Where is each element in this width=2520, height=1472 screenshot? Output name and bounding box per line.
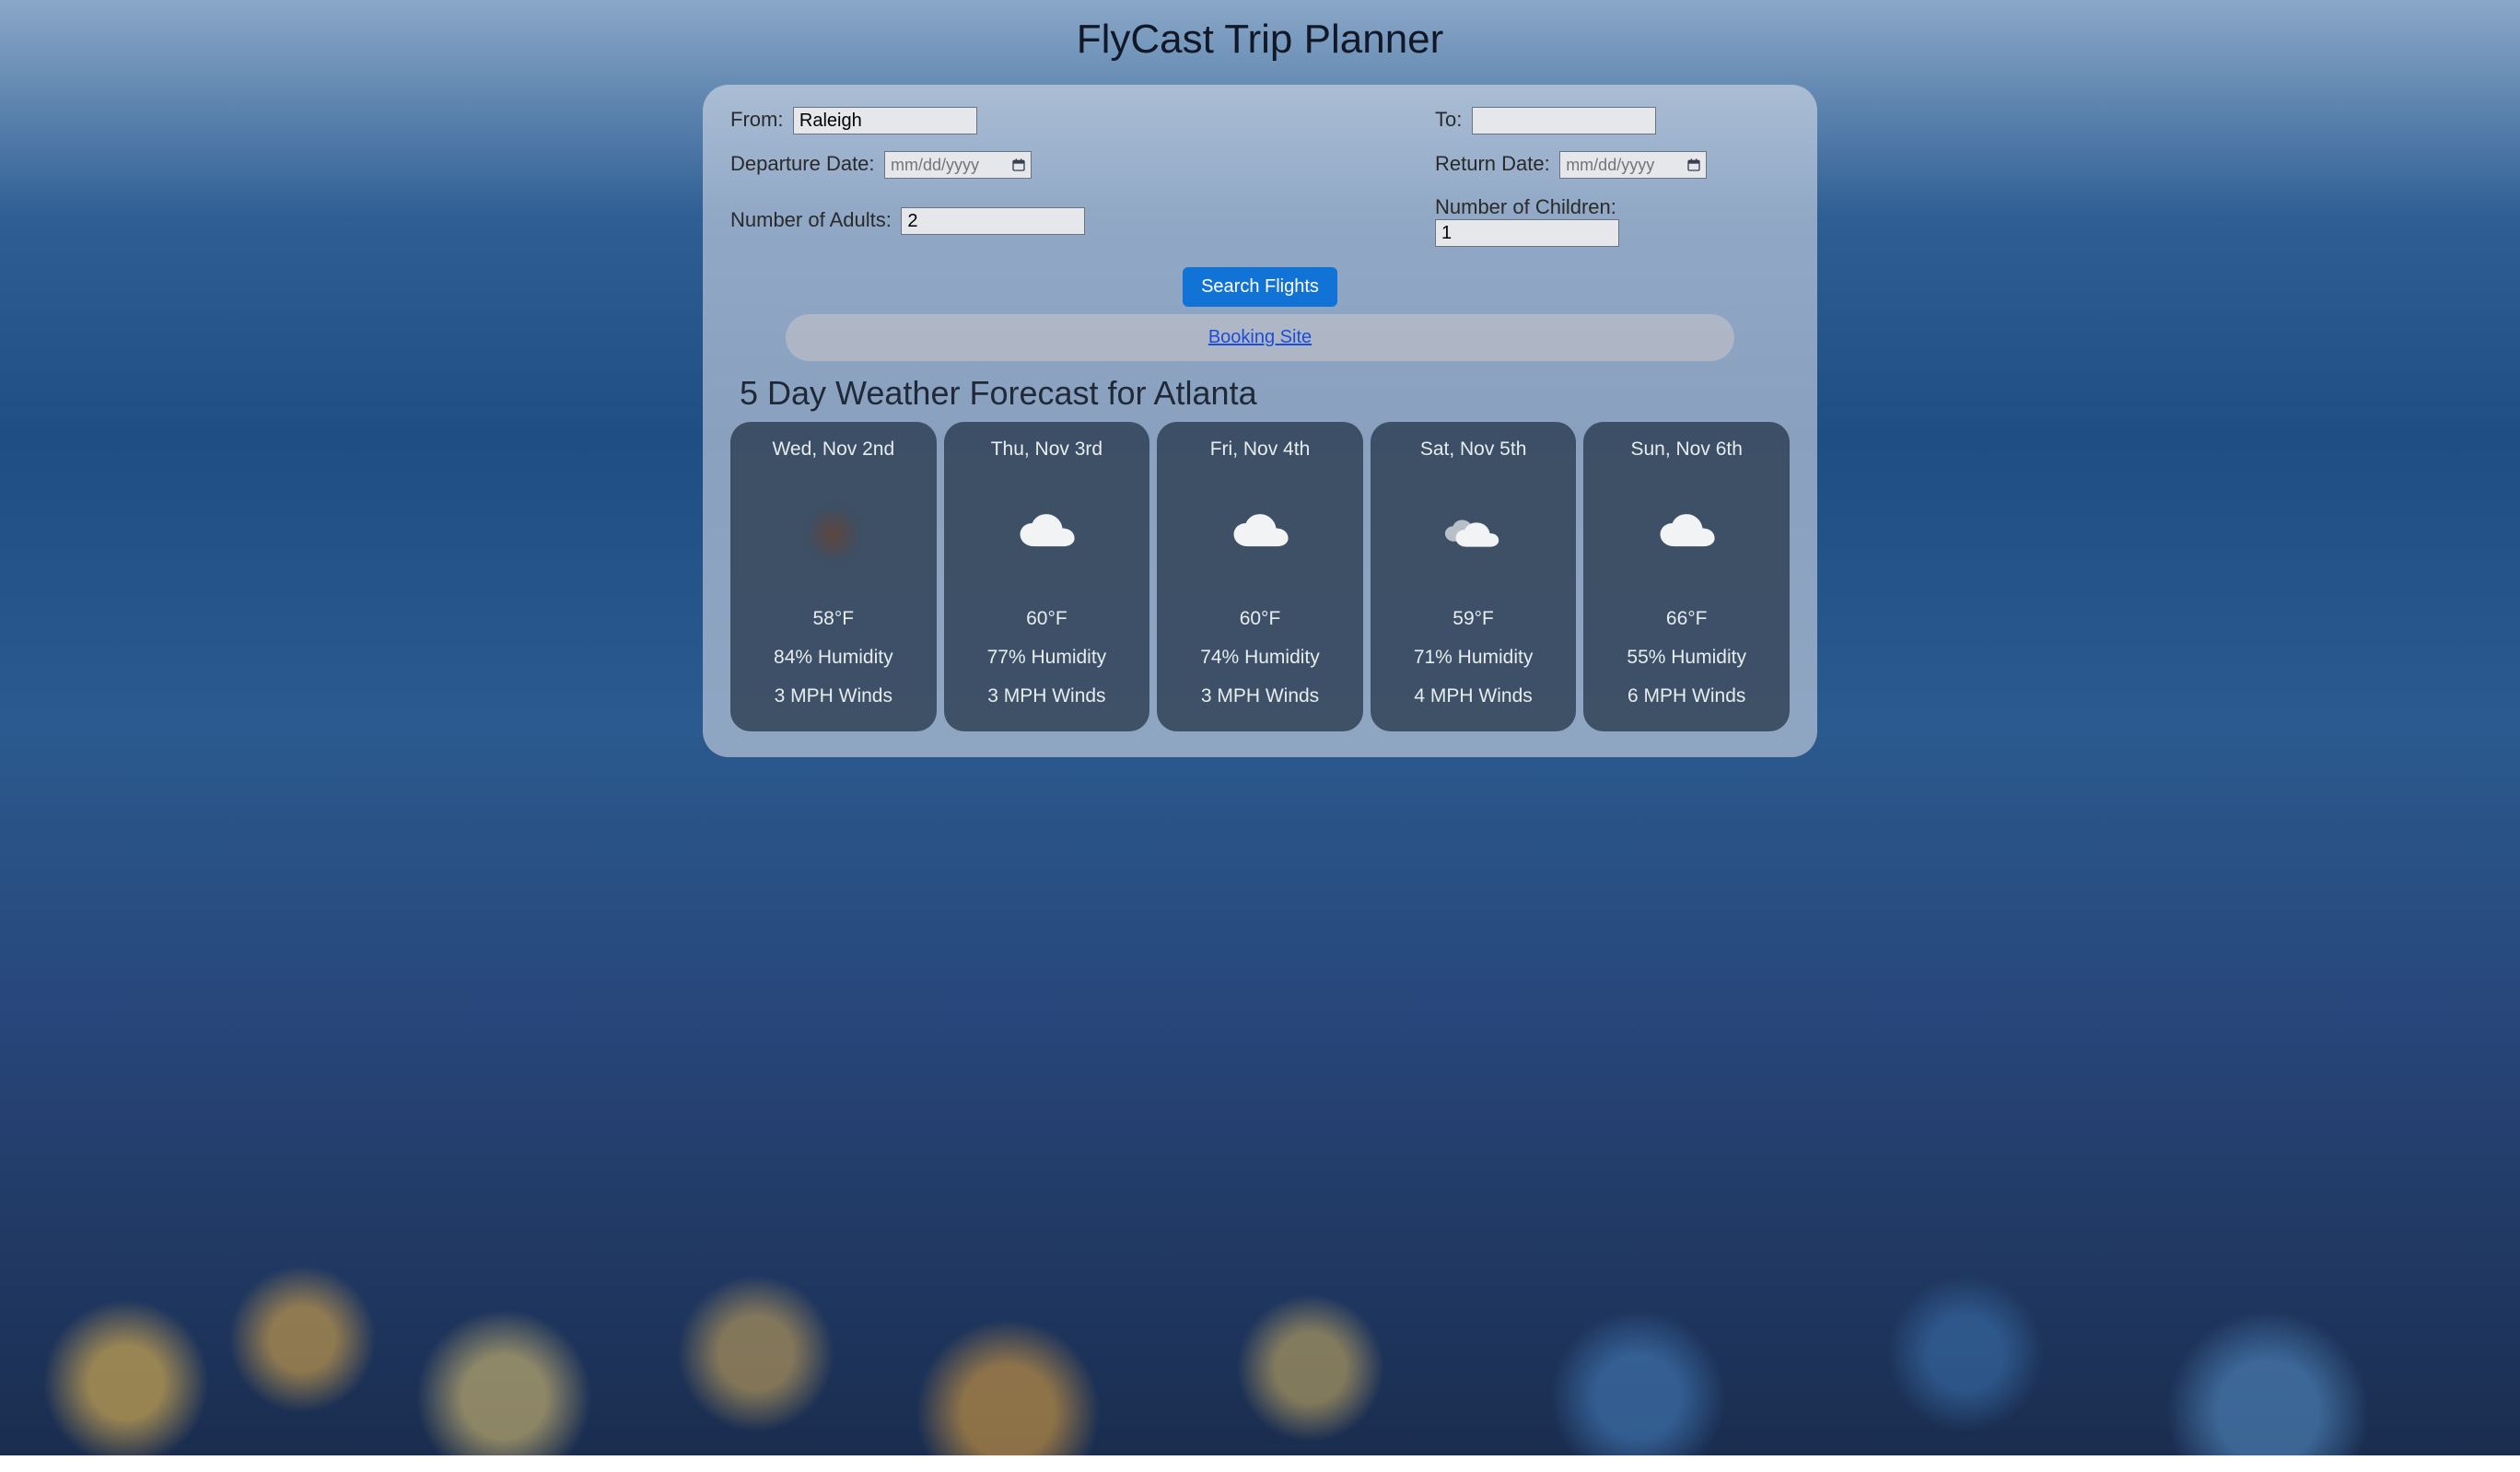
forecast-heading: 5 Day Weather Forecast for Atlanta xyxy=(740,374,1790,413)
forecast-humidity: 84% Humidity xyxy=(740,647,928,669)
forecast-date: Sat, Nov 5th xyxy=(1380,438,1568,461)
forecast-card: Sat, Nov 5th 59°F 71% Humidity 4 MPH Winds xyxy=(1371,422,1577,731)
children-input[interactable] xyxy=(1435,219,1619,247)
adults-label: Number of Adults: xyxy=(730,208,892,231)
forecast-icon-wrap xyxy=(740,497,928,571)
forecast-icon-wrap xyxy=(953,497,1141,571)
cloud-icon xyxy=(1654,511,1719,557)
clouds-icon xyxy=(1441,511,1506,557)
sun-haze-icon xyxy=(806,507,861,562)
search-form: From: To: Departure Date: Return Date: xyxy=(730,107,1790,247)
departure-field-group: Departure Date: xyxy=(730,151,1242,179)
forecast-temp: 60°F xyxy=(1166,608,1354,630)
forecast-wind: 3 MPH Winds xyxy=(1166,685,1354,707)
forecast-date: Wed, Nov 2nd xyxy=(740,438,928,461)
adults-input[interactable] xyxy=(901,207,1085,235)
forecast-cards: Wed, Nov 2nd58°F84% Humidity3 MPH WindsT… xyxy=(730,422,1790,731)
children-field-group: Number of Children: xyxy=(1278,195,1790,247)
forecast-card: Fri, Nov 4th 60°F 74% Humidity 3 MPH Winds xyxy=(1157,422,1363,731)
forecast-wind: 4 MPH Winds xyxy=(1380,685,1568,707)
children-label: Number of Children: xyxy=(1435,195,1616,218)
forecast-temp: 59°F xyxy=(1380,608,1568,630)
cloud-icon xyxy=(1014,511,1079,557)
forecast-wind: 6 MPH Winds xyxy=(1592,685,1780,707)
forecast-humidity: 55% Humidity xyxy=(1592,647,1780,669)
forecast-humidity: 77% Humidity xyxy=(953,647,1141,669)
departure-label: Departure Date: xyxy=(730,152,875,175)
forecast-date: Fri, Nov 4th xyxy=(1166,438,1354,461)
page-title: FlyCast Trip Planner xyxy=(0,17,2520,63)
forecast-date: Thu, Nov 3rd xyxy=(953,438,1141,461)
forecast-card: Thu, Nov 3rd 60°F 77% Humidity 3 MPH Winds xyxy=(944,422,1150,731)
forecast-card: Wed, Nov 2nd 58°F 84% Humidity 3 MPH Winds xyxy=(730,422,937,731)
search-flights-button[interactable]: Search Flights xyxy=(1183,267,1337,307)
forecast-date: Sun, Nov 6th xyxy=(1592,438,1780,461)
forecast-icon-wrap xyxy=(1380,497,1568,571)
forecast-temp: 60°F xyxy=(953,608,1141,630)
forecast-temp: 66°F xyxy=(1592,608,1780,630)
from-input[interactable] xyxy=(793,107,977,134)
forecast-humidity: 71% Humidity xyxy=(1380,647,1568,669)
to-input[interactable] xyxy=(1472,107,1656,134)
to-field-group: To: xyxy=(1278,107,1656,134)
return-label: Return Date: xyxy=(1435,152,1550,175)
to-label: To: xyxy=(1435,108,1462,131)
from-label: From: xyxy=(730,108,783,131)
return-date-input[interactable] xyxy=(1559,151,1707,179)
forecast-humidity: 74% Humidity xyxy=(1166,647,1354,669)
booking-site-link[interactable]: Booking Site xyxy=(1208,327,1312,347)
forecast-wind: 3 MPH Winds xyxy=(740,685,928,707)
forecast-icon-wrap xyxy=(1166,497,1354,571)
main-panel: From: To: Departure Date: Return Date: xyxy=(703,85,1817,757)
forecast-icon-wrap xyxy=(1592,497,1780,571)
forecast-wind: 3 MPH Winds xyxy=(953,685,1141,707)
cloud-icon xyxy=(1228,511,1292,557)
departure-date-input[interactable] xyxy=(884,151,1032,179)
forecast-card: Sun, Nov 6th 66°F 55% Humidity 6 MPH Winds xyxy=(1583,422,1790,731)
return-field-group: Return Date: xyxy=(1278,151,1707,179)
booking-bar: Booking Site xyxy=(786,314,1734,361)
adults-field-group: Number of Adults: xyxy=(730,207,1242,235)
forecast-temp: 58°F xyxy=(740,608,928,630)
from-field-group: From: xyxy=(730,107,1242,134)
